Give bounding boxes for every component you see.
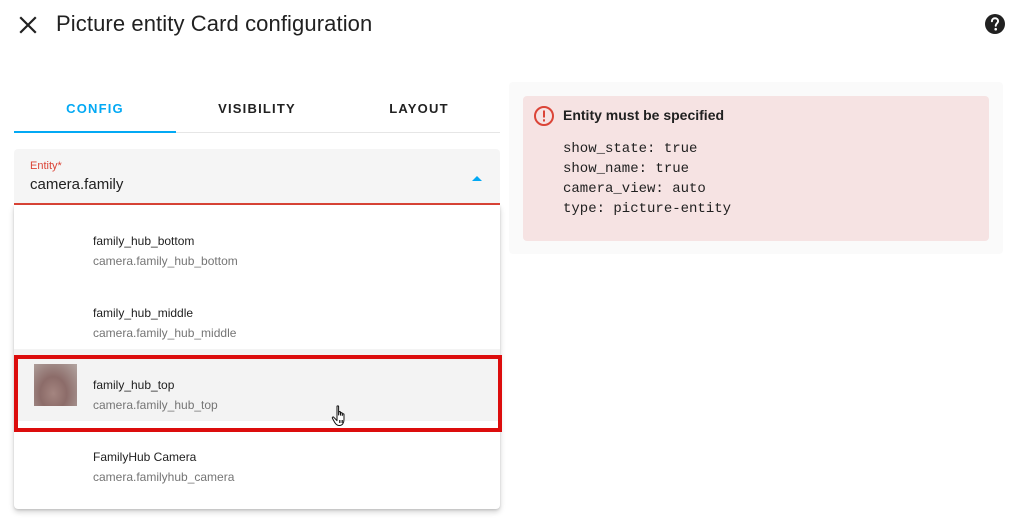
option-name: family_hub_middle [93, 306, 194, 320]
yaml-line: type: picture-entity [563, 201, 732, 217]
option-entity-id: camera.familyhub_camera [93, 470, 235, 484]
option-entity-id: camera.family_hub_top [93, 398, 218, 412]
entity-picker-field[interactable]: Entity* camera.family [14, 149, 500, 205]
dialog-title: Picture entity Card configuration [56, 11, 373, 36]
caret-up-icon[interactable] [472, 176, 482, 181]
dropdown-option-familyhub-camera[interactable]: FamilyHub Camera camera.familyhub_camera [14, 421, 500, 493]
close-button[interactable] [14, 11, 42, 39]
tab-visibility[interactable]: VISIBILITY [176, 84, 338, 132]
entity-field-label: Entity* [30, 160, 62, 172]
yaml-line: camera_view: auto [563, 181, 706, 197]
tab-layout[interactable]: LAYOUT [338, 84, 500, 132]
option-name: family_hub_bottom [93, 234, 195, 248]
error-message-box: Entity must be specified show_state: tru… [523, 96, 989, 241]
yaml-line: show_name: true [563, 161, 690, 177]
tab-config[interactable]: CONFIG [14, 84, 176, 133]
help-circle-icon [985, 14, 1005, 34]
yaml-line: show_state: true [563, 141, 698, 157]
alert-circle-icon [534, 106, 554, 126]
editor-tabs: CONFIG VISIBILITY LAYOUT [14, 84, 500, 133]
entity-field-value[interactable]: camera.family [30, 176, 123, 193]
option-name: FamilyHub Camera [93, 450, 197, 464]
dropdown-option-family-hub-top[interactable]: family_hub_top camera.family_hub_top [14, 349, 500, 421]
hand-pointer-icon [331, 405, 345, 426]
option-entity-id: camera.family_hub_middle [93, 326, 237, 340]
close-icon [19, 16, 37, 34]
camera-thumbnail [34, 364, 77, 406]
dropdown-option-family-hub-middle[interactable]: family_hub_middle camera.family_hub_midd… [14, 277, 500, 349]
error-title: Entity must be specified [563, 107, 725, 123]
dropdown-option-family-hub-bottom[interactable]: family_hub_bottom camera.family_hub_bott… [14, 205, 500, 277]
entity-dropdown-list: family_hub_bottom camera.family_hub_bott… [14, 205, 500, 509]
help-button[interactable] [982, 11, 1008, 37]
option-name: family_hub_top [93, 378, 175, 392]
option-entity-id: camera.family_hub_bottom [93, 254, 238, 268]
